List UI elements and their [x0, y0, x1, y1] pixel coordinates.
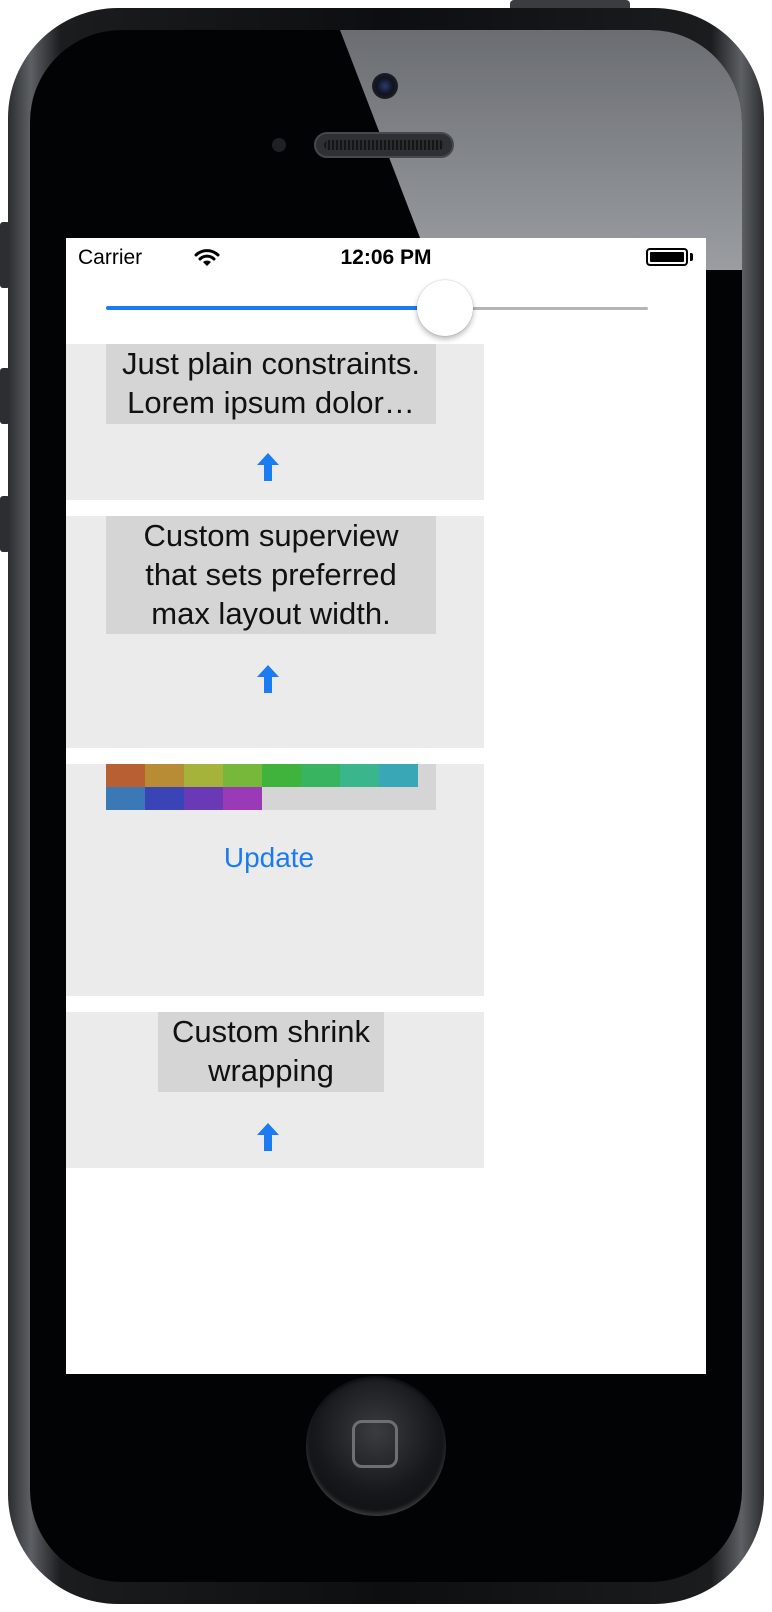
home-button[interactable]	[306, 1376, 446, 1516]
slider-track-maximum[interactable]	[445, 307, 648, 310]
shrink-wrap-line-1: Custom shrink	[171, 1014, 371, 1049]
color-swatch	[184, 764, 223, 787]
plain-constraints-label: Just plain constraints. Lorem ipsum dolo…	[106, 344, 436, 424]
cell-plain-constraints: Just plain constraints. Lorem ipsum dolo…	[66, 344, 484, 500]
update-button[interactable]: Update	[66, 838, 472, 878]
slider-track-minimum[interactable]	[106, 306, 446, 310]
screen: Carrier 12:06 PM Just plain constraints.…	[66, 238, 706, 1374]
color-swatch	[301, 764, 340, 787]
color-swatch	[145, 787, 184, 810]
proximity-sensor	[272, 138, 286, 152]
custom-superview-line-3: max layout width.	[151, 596, 391, 631]
color-swatch	[340, 764, 379, 787]
color-swatch	[223, 764, 262, 787]
color-swatch	[223, 787, 262, 810]
arrow-up-icon[interactable]	[256, 1122, 280, 1152]
battery-icon	[646, 248, 688, 266]
cell-custom-superview: Custom superview that sets preferred max…	[66, 516, 484, 748]
shrink-wrap-label: Custom shrink wrapping	[158, 1012, 384, 1092]
custom-superview-line-1: Custom superview	[143, 518, 399, 553]
home-square-icon	[352, 1420, 398, 1468]
earpiece-speaker	[314, 132, 454, 158]
status-bar: Carrier 12:06 PM	[66, 238, 706, 278]
custom-superview-label: Custom superview that sets preferred max…	[106, 516, 436, 634]
battery-tip	[690, 253, 693, 261]
custom-superview-line-2: that sets preferred	[145, 557, 397, 592]
plain-constraints-line-1: Just plain constraints.	[121, 346, 421, 381]
color-swatch	[145, 764, 184, 787]
color-swatch	[262, 764, 301, 787]
color-swatch	[379, 764, 418, 787]
plain-constraints-line-2: Lorem ipsum dolor…	[127, 385, 415, 420]
slider-thumb[interactable]	[417, 280, 474, 336]
arrow-up-icon[interactable]	[256, 664, 280, 694]
color-swatch	[106, 764, 145, 787]
front-camera	[372, 73, 398, 99]
color-swatch	[106, 787, 145, 810]
cell-shrink-wrap: Custom shrink wrapping	[66, 1012, 484, 1168]
cell-color-grid: Update	[66, 764, 484, 996]
arrow-up-icon[interactable]	[256, 452, 280, 482]
color-swatch	[184, 787, 223, 810]
shrink-wrap-line-2: wrapping	[208, 1053, 334, 1088]
status-time: 12:06 PM	[340, 246, 432, 269]
color-swatch-grid	[106, 764, 436, 810]
